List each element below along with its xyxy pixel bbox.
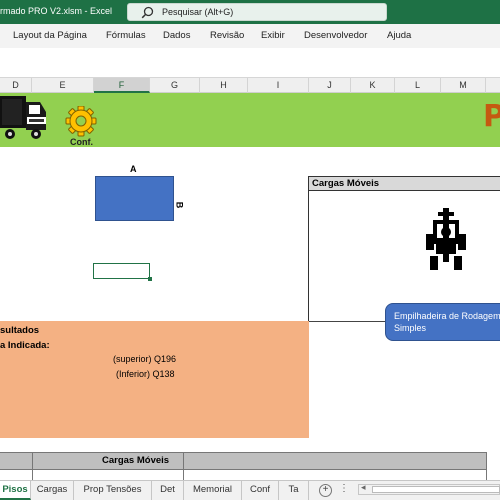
title-bar: rmado PRO V2.xlsm - Excel Pesquisar (Alt… [0, 0, 500, 24]
menu-formulas[interactable]: Fórmulas [106, 30, 146, 41]
column-headers: D E F G H I J K L M [0, 78, 500, 93]
scroll-left-icon[interactable]: ◂ [361, 482, 366, 493]
dimension-a-label: A [130, 164, 137, 174]
menu-dados[interactable]: Dados [163, 30, 190, 41]
bottom-cargas-moveis-title: Cargas Móveis [102, 455, 170, 466]
tab-memorial[interactable]: Memorial [184, 481, 242, 500]
column-header-h[interactable]: H [200, 78, 248, 93]
dimension-b-label: B [174, 201, 185, 209]
grid-divider [183, 452, 184, 481]
menu-ajuda[interactable]: Ajuda [387, 30, 411, 41]
menu-revisao[interactable]: Revisão [210, 30, 244, 41]
column-header-l[interactable]: L [395, 78, 441, 93]
results-title: sultados [0, 325, 40, 336]
bottom-section-header [0, 452, 486, 470]
column-header-k[interactable]: K [351, 78, 395, 93]
ribbon-menu-bar: Layout da Página Fórmulas Dados Revisão … [0, 24, 500, 48]
grid-divider [32, 452, 33, 481]
gear-icon[interactable] [63, 106, 99, 138]
column-header-f[interactable]: F [94, 78, 150, 93]
column-header-g[interactable]: G [150, 78, 200, 93]
slab-dimension-shape[interactable] [95, 176, 174, 221]
logo-letter: P [483, 99, 500, 134]
column-header-j[interactable]: J [309, 78, 351, 93]
conf-label: Conf. [70, 137, 93, 147]
column-header-d[interactable]: D [0, 78, 32, 93]
results-panel [0, 321, 309, 438]
search-box[interactable]: Pesquisar (Alt+G) [127, 3, 387, 21]
results-subtitle: a Indicada: [0, 340, 50, 351]
forklift-load-button[interactable]: Empilhadeira de Rodagem Simples [385, 303, 500, 341]
cargas-moveis-header: Cargas Móveis [309, 176, 500, 191]
column-header-i[interactable]: I [248, 78, 309, 93]
rebar-inferior-value: (Inferior) Q138 [116, 369, 175, 379]
tab-pisos[interactable]: Pisos [0, 481, 31, 500]
menu-desenvolvedor[interactable]: Desenvolvedor [304, 30, 367, 41]
add-sheet-button[interactable]: + [319, 484, 332, 497]
grid-divider [486, 452, 487, 481]
menu-layout-da-pagina[interactable]: Layout da Página [13, 30, 87, 41]
window-title: rmado PRO V2.xlsm - Excel [0, 6, 113, 16]
rebar-superior-value: (superior) Q196 [113, 354, 177, 364]
tab-ta[interactable]: Ta [279, 481, 309, 500]
truck-icon[interactable] [0, 94, 48, 142]
more-options-icon[interactable]: ⋮ [339, 483, 349, 494]
connector-line [309, 321, 387, 322]
search-icon [141, 6, 154, 19]
column-header-e[interactable]: E [32, 78, 94, 93]
search-placeholder: Pesquisar (Alt+G) [162, 7, 234, 17]
tab-det[interactable]: Det [152, 481, 184, 500]
menu-exibir[interactable]: Exibir [261, 30, 285, 41]
active-cell-selection[interactable] [93, 263, 152, 281]
tab-cargas[interactable]: Cargas [31, 481, 74, 500]
tab-conf[interactable]: Conf [242, 481, 279, 500]
tab-prop-tensoes[interactable]: Prop Tensões [74, 481, 152, 500]
forklift-icon[interactable] [424, 208, 468, 270]
formula-bar-area [0, 48, 500, 78]
scrollbar-thumb[interactable] [372, 486, 500, 493]
column-header-m[interactable]: M [441, 78, 486, 93]
